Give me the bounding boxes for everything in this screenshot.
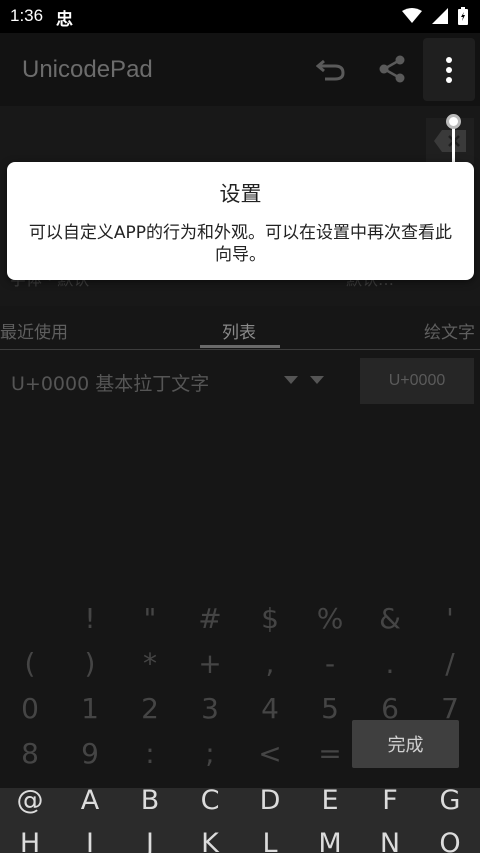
- char-cell[interactable]: =: [300, 731, 360, 776]
- char-cell[interactable]: ,: [240, 641, 300, 686]
- tab-list[interactable]: 列表: [222, 318, 256, 343]
- char-cell[interactable]: 8: [0, 731, 60, 776]
- char-cell[interactable]: %: [300, 596, 360, 641]
- char-cell[interactable]: D: [240, 778, 300, 823]
- char-cell[interactable]: B: [120, 778, 180, 823]
- char-cell[interactable]: *: [120, 641, 180, 686]
- backspace-icon: [434, 130, 466, 152]
- char-cell[interactable]: N: [360, 821, 420, 853]
- char-cell[interactable]: .: [360, 641, 420, 686]
- char-cell[interactable]: F: [360, 778, 420, 823]
- char-cell[interactable]: 0: [0, 686, 60, 731]
- char-cell[interactable]: A: [60, 778, 120, 823]
- char-cell[interactable]: ": [120, 596, 180, 641]
- char-cell[interactable]: G: [420, 778, 480, 823]
- char-cell[interactable]: O: [420, 821, 480, 853]
- status-icons: [402, 7, 468, 25]
- status-time: 1:36: [10, 6, 44, 25]
- char-cell[interactable]: 4: [240, 686, 300, 731]
- char-grid-bright: @ A B C D E F G H I J K L M N O: [0, 785, 480, 853]
- char-cell[interactable]: !: [60, 596, 120, 641]
- char-cell[interactable]: +: [180, 641, 240, 686]
- char-cell[interactable]: $: [240, 596, 300, 641]
- tutorial-pointer-dot: [446, 114, 461, 129]
- wifi-icon: [402, 8, 422, 23]
- char-cell[interactable]: ): [60, 641, 120, 686]
- char-cell[interactable]: K: [180, 821, 240, 853]
- char-cell[interactable]: 2: [120, 686, 180, 731]
- char-cell[interactable]: <: [240, 731, 300, 776]
- block-dropdown[interactable]: U+0000 基本拉丁文字: [11, 369, 209, 396]
- status-bar: 1:36 忠: [0, 0, 480, 33]
- char-cell[interactable]: E: [300, 778, 360, 823]
- more-vert-icon: [446, 56, 452, 83]
- char-cell[interactable]: &: [360, 596, 420, 641]
- char-cell[interactable]: 1: [60, 686, 120, 731]
- more-options-button[interactable]: [423, 38, 475, 101]
- tab-bar: 最近使用 列表 绘文字: [0, 310, 480, 350]
- block-selector-row: U+0000 基本拉丁文字 U+0000: [0, 356, 480, 408]
- char-cell[interactable]: L: [240, 821, 300, 853]
- char-cell[interactable]: 9: [60, 731, 120, 776]
- notification-icon: 忠: [56, 10, 73, 30]
- char-cell[interactable]: @: [0, 778, 60, 823]
- char-cell[interactable]: ': [420, 596, 480, 641]
- char-cell[interactable]: ;: [180, 731, 240, 776]
- undo-icon: [316, 59, 345, 81]
- char-row: ! " # $ % & ': [0, 596, 480, 641]
- char-cell[interactable]: #: [180, 596, 240, 641]
- screen: 1:36 忠 UnicodePad 最近使用 列表 绘文字 U+0000 基本拉…: [0, 0, 480, 853]
- char-cell[interactable]: J: [120, 821, 180, 853]
- char-cell[interactable]: -: [300, 641, 360, 686]
- tab-emoji[interactable]: 绘文字: [424, 318, 475, 343]
- block-dropdown-arrows[interactable]: [284, 376, 324, 384]
- share-button[interactable]: [372, 49, 412, 89]
- app-bar: UnicodePad: [0, 33, 480, 106]
- char-row: ( ) * + , - . /: [0, 641, 480, 686]
- dropdown-arrow-icon: [310, 376, 324, 384]
- char-cell[interactable]: M: [300, 821, 360, 853]
- code-jump-button[interactable]: U+0000: [360, 358, 474, 404]
- char-cell[interactable]: H: [0, 821, 60, 853]
- app-title: UnicodePad: [22, 56, 153, 83]
- char-cell[interactable]: 3: [180, 686, 240, 731]
- dialog-body: 可以自定义APP的行为和外观。可以在设置中再次查看此向导。: [28, 223, 453, 265]
- undo-button[interactable]: [311, 49, 351, 89]
- dropdown-arrow-icon: [284, 376, 298, 384]
- tutorial-dialog[interactable]: 设置 可以自定义APP的行为和外观。可以在设置中再次查看此向导。: [7, 162, 474, 280]
- char-cell[interactable]: 5: [300, 686, 360, 731]
- battery-icon: [458, 7, 468, 25]
- share-icon: [379, 55, 405, 83]
- tab-recent[interactable]: 最近使用: [0, 318, 68, 343]
- char-cell[interactable]: I: [60, 821, 120, 853]
- tab-indicator: [200, 345, 280, 348]
- dialog-title: 设置: [219, 182, 262, 206]
- done-button[interactable]: 完成: [352, 720, 459, 768]
- char-cell[interactable]: (: [0, 641, 60, 686]
- char-cell[interactable]: /: [420, 641, 480, 686]
- signal-icon: [432, 8, 448, 24]
- char-cell[interactable]: :: [120, 731, 180, 776]
- char-cell[interactable]: C: [180, 778, 240, 823]
